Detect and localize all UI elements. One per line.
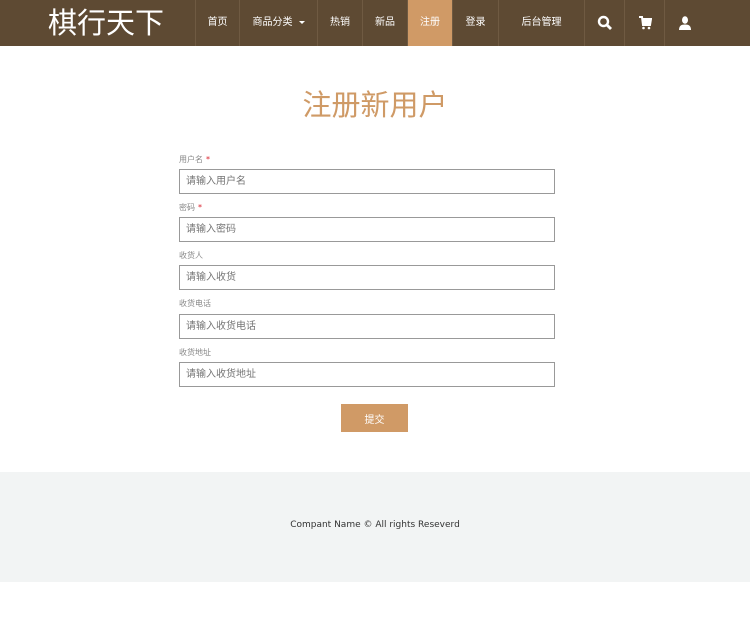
user-icon [678, 16, 691, 30]
user-button[interactable] [664, 0, 704, 46]
required-mark: * [198, 203, 202, 212]
phone-input[interactable] [179, 314, 555, 339]
receiver-input[interactable] [179, 265, 555, 290]
footer: Compant Name © All rights Reseverd [0, 472, 750, 582]
nav-register[interactable]: 注册 [407, 0, 452, 46]
phone-label: 收货电话 [179, 299, 211, 308]
submit-button[interactable]: 提交 [341, 404, 408, 432]
username-label: 用户名 * [179, 154, 210, 165]
label-text: 用户名 [179, 155, 203, 164]
nav-new[interactable]: 新品 [362, 0, 407, 46]
nav-home[interactable]: 首页 [195, 0, 239, 46]
nav-login[interactable]: 登录 [452, 0, 498, 46]
password-label: 密码 * [179, 202, 202, 213]
cart-button[interactable] [624, 0, 664, 46]
page-title: 注册新用户 [302, 88, 448, 122]
nav-categories[interactable]: 商品分类 [239, 0, 317, 46]
nav-categories-label: 商品分类 [252, 17, 293, 28]
username-input[interactable] [179, 169, 555, 194]
search-icon [597, 15, 612, 30]
nav-hot[interactable]: 热销 [317, 0, 362, 46]
label-text: 密码 [179, 203, 195, 212]
address-label: 收货地址 [179, 348, 211, 357]
nav-admin[interactable]: 后台管理 [498, 0, 584, 46]
caret-down-icon [298, 20, 305, 24]
required-mark: * [206, 155, 210, 164]
top-navbar: 棋行天下 首页 商品分类 热销 新品 注册 登录 后台管理 [0, 0, 750, 46]
password-input[interactable] [179, 217, 555, 242]
address-input[interactable] [179, 362, 555, 387]
search-button[interactable] [584, 0, 624, 46]
cart-icon [638, 16, 652, 30]
copyright-text: Compant Name © All rights Reseverd [290, 520, 460, 530]
receiver-label: 收货人 [179, 251, 203, 260]
logo[interactable]: 棋行天下 [48, 4, 164, 42]
